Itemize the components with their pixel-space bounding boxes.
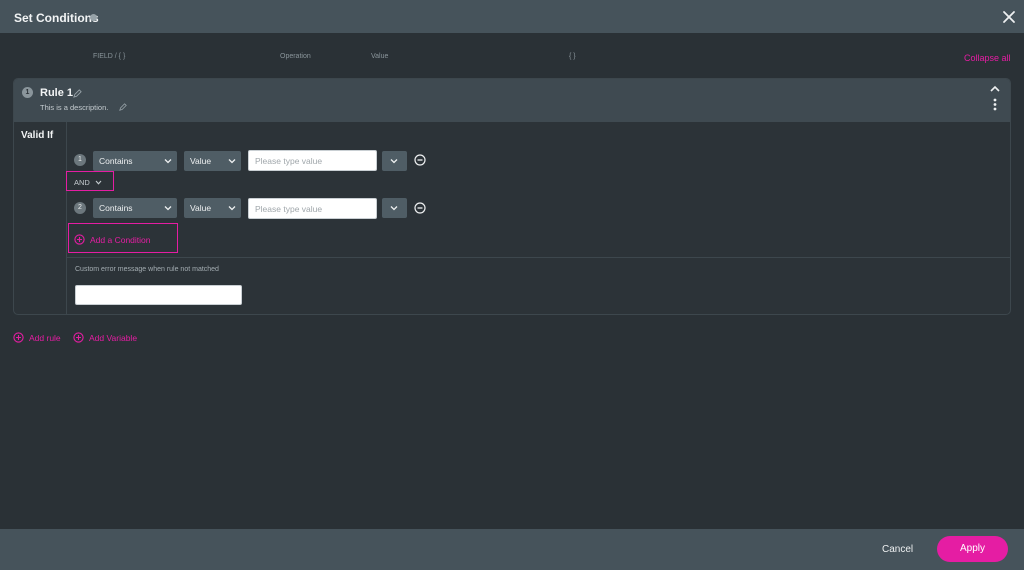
condition-1-value-input[interactable]: [248, 150, 377, 171]
chevron-down-icon: [228, 206, 236, 211]
logic-operator-select[interactable]: AND: [66, 171, 114, 191]
collapse-rule-chevron-up-icon[interactable]: [990, 85, 1000, 93]
chevron-down-icon: [228, 159, 236, 164]
add-condition-button[interactable]: Add a Condition: [68, 223, 178, 253]
dialog-header: [0, 0, 1024, 33]
apply-button[interactable]: Apply: [937, 536, 1008, 562]
chevron-down-icon: [390, 159, 398, 164]
plus-circle-icon: [13, 332, 24, 343]
plus-circle-icon: [73, 332, 84, 343]
info-icon[interactable]: [90, 14, 97, 21]
dialog-footer: [0, 529, 1024, 570]
rule-description: This is a description.: [40, 103, 109, 112]
rule-number-badge: 1: [22, 87, 33, 98]
logic-operator-label: AND: [74, 178, 90, 187]
error-message-label: Custom error message when rule not match…: [75, 266, 219, 273]
condition-1-type-select[interactable]: Value: [184, 151, 241, 171]
condition-2-value-input[interactable]: [248, 198, 377, 219]
condition-2-type-label: Value: [190, 203, 212, 213]
add-variable-label: Add Variable: [89, 333, 138, 343]
add-condition-label: Add a Condition: [90, 235, 151, 245]
condition-2-value-dropdown[interactable]: [382, 198, 407, 218]
chevron-down-icon: [390, 206, 398, 211]
collapse-all-link[interactable]: Collapse all: [964, 53, 1011, 63]
error-message-input[interactable]: [75, 285, 242, 305]
plus-circle-icon: [74, 234, 85, 245]
section-divider: [66, 257, 1010, 258]
remove-condition-2-minus-icon[interactable]: [414, 202, 426, 214]
value-column-header: Value: [371, 53, 389, 60]
operation-column-header: Operation: [280, 53, 311, 60]
condition-1-operator-select[interactable]: Contains: [93, 151, 177, 171]
remove-condition-1-minus-icon[interactable]: [414, 154, 426, 166]
add-variable-button[interactable]: Add Variable: [73, 331, 145, 345]
condition-2-operator-label: Contains: [99, 203, 133, 213]
condition-1-operator-label: Contains: [99, 156, 133, 166]
value-braces-header: { }: [569, 53, 576, 60]
condition-1-value-dropdown[interactable]: [382, 151, 407, 171]
close-icon[interactable]: [1000, 8, 1018, 26]
add-rule-button[interactable]: Add rule: [13, 331, 68, 345]
condition-number-badge: 1: [74, 154, 86, 166]
condition-2-operator-select[interactable]: Contains: [93, 198, 177, 218]
chevron-down-icon: [164, 206, 172, 211]
condition-2-type-select[interactable]: Value: [184, 198, 241, 218]
valid-if-label: Valid If: [21, 130, 54, 141]
dialog-title: Set Conditions: [14, 11, 99, 25]
valid-if-column: Valid If: [14, 122, 67, 314]
rule-header: 1 Rule 1 This is a description.: [14, 79, 1010, 122]
chevron-down-icon: [164, 159, 172, 164]
chevron-down-icon: [95, 180, 102, 185]
add-rule-label: Add rule: [29, 333, 61, 343]
condition-1-type-label: Value: [190, 156, 212, 166]
rule-name: Rule 1: [40, 87, 74, 99]
edit-name-pencil-icon[interactable]: [73, 89, 82, 98]
more-options-icon[interactable]: [993, 98, 997, 111]
rule-card: 1 Rule 1 This is a description. Valid If: [13, 78, 1011, 315]
condition-number-badge: 2: [74, 202, 86, 214]
cancel-button[interactable]: Cancel: [882, 544, 913, 555]
field-column-header: FIELD / { }: [93, 53, 126, 60]
edit-description-pencil-icon[interactable]: [119, 103, 127, 111]
